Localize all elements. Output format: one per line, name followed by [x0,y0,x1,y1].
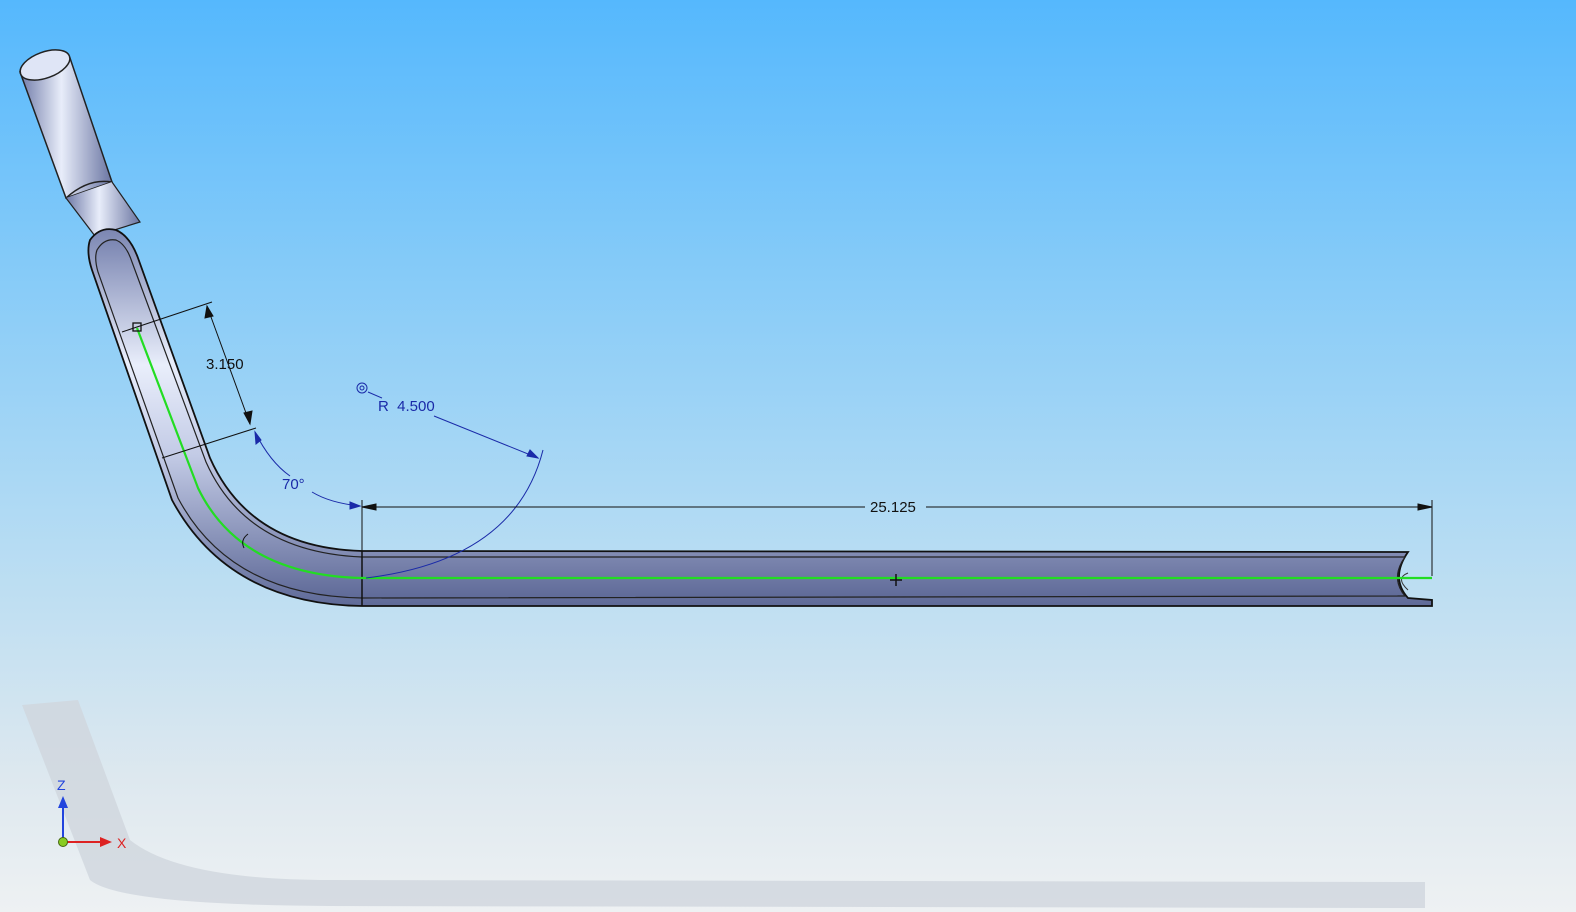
model-view[interactable]: 3.150 70° R 4.500 25.125 Z X [0,0,1576,912]
graphics-viewport[interactable]: 3.150 70° R 4.500 25.125 Z X [0,0,1576,912]
ground-shadow [22,700,1425,908]
tube-body[interactable] [87,228,1433,607]
tube-end-cylinder[interactable] [16,44,141,237]
tube-centerline[interactable] [135,327,1432,580]
tube-inner-wall [95,239,1407,599]
dimension-bend-angle[interactable] [254,430,362,510]
dimension-tail-length-label[interactable]: 25.125 [870,499,916,516]
dimension-bend-radius-label[interactable]: R 4.500 [378,398,435,415]
dimension-bend-angle-label[interactable]: 70° [282,476,305,493]
axis-x-label: X [117,835,127,851]
dimension-straight-length-label[interactable]: 3.150 [206,356,244,373]
axis-z-label: Z [57,777,66,793]
